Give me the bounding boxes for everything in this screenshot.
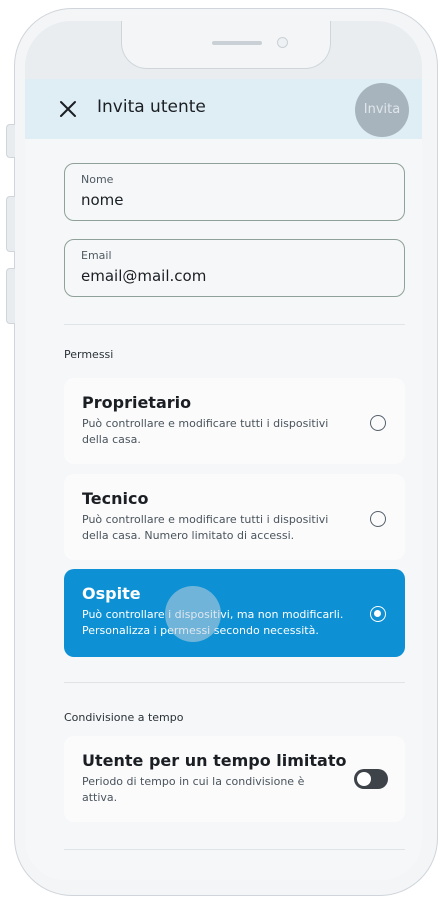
time-sharing-section-label: Condivisione a tempo xyxy=(64,711,184,724)
notch xyxy=(121,21,331,69)
close-icon[interactable] xyxy=(59,100,77,118)
time-limited-description: Periodo di tempo in cui la condivisione … xyxy=(82,775,305,804)
volume-down-button xyxy=(6,268,15,324)
front-camera xyxy=(277,37,288,48)
status-bar-area xyxy=(25,21,422,79)
toggle-knob xyxy=(357,772,371,786)
permission-radio[interactable] xyxy=(370,511,386,527)
permission-title: Tecnico xyxy=(82,489,149,508)
email-field-label: Email xyxy=(81,249,112,262)
volume-up-button xyxy=(6,196,15,252)
permission-title: Ospite xyxy=(82,584,141,603)
invite-button[interactable]: Invita xyxy=(355,83,409,137)
speaker-grille xyxy=(212,41,262,45)
permission-radio-selected[interactable] xyxy=(370,606,386,622)
email-field[interactable]: Email email@mail.com xyxy=(64,239,405,297)
email-field-value[interactable]: email@mail.com xyxy=(81,267,206,285)
radio-dot xyxy=(374,610,381,617)
name-field-value[interactable]: nome xyxy=(81,191,124,209)
divider xyxy=(64,324,405,325)
permission-description: Può controllare e modificare tutti i dis… xyxy=(82,417,329,446)
time-limited-user-card: Utente per un tempo limitato Periodo di … xyxy=(64,736,405,822)
divider xyxy=(64,849,405,850)
page-title: Invita utente xyxy=(97,97,206,117)
name-field-label: Nome xyxy=(81,173,114,186)
name-field[interactable]: Nome nome xyxy=(64,163,405,221)
phone-screen: Invita utente Invita Nome nome Email ema… xyxy=(25,21,422,880)
divider xyxy=(64,682,405,683)
mute-switch xyxy=(6,124,15,158)
touch-indicator xyxy=(165,586,221,642)
permission-title: Proprietario xyxy=(82,393,192,412)
permission-description: Può controllare e modificare tutti i dis… xyxy=(82,513,329,542)
time-limited-toggle[interactable] xyxy=(354,769,388,789)
permission-option-proprietario[interactable]: Proprietario Può controllare e modificar… xyxy=(64,378,405,464)
permission-option-ospite[interactable]: Ospite Può controllare i dispositivi, ma… xyxy=(64,569,405,657)
permission-radio[interactable] xyxy=(370,415,386,431)
time-limited-title: Utente per un tempo limitato xyxy=(82,751,347,770)
permissions-section-label: Permessi xyxy=(64,348,114,361)
permission-option-tecnico[interactable]: Tecnico Può controllare e modificare tut… xyxy=(64,474,405,560)
app-header: Invita utente Invita xyxy=(25,79,422,139)
